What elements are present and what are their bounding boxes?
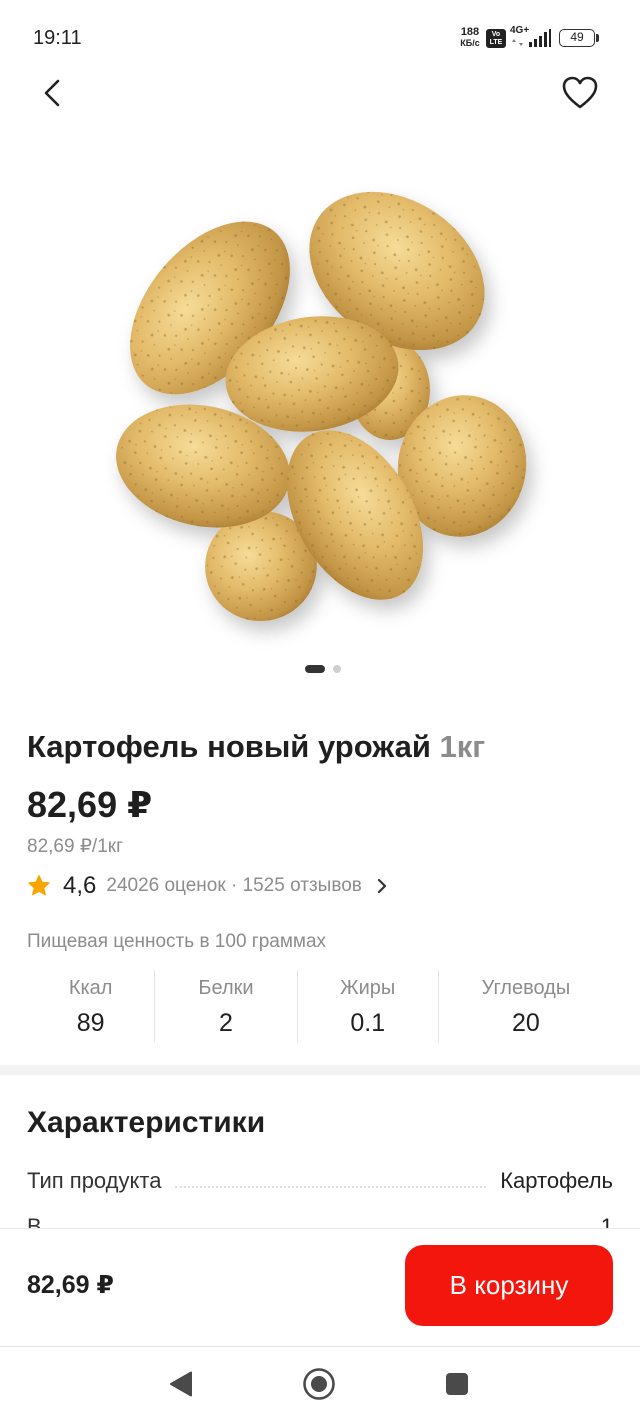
nutrition-label: Ккал — [68, 977, 113, 999]
rating-summary: 24026 оценок · 1525 отзывов — [106, 875, 362, 896]
potato — [225, 316, 399, 432]
star-icon — [28, 875, 50, 896]
status-time: 19:11 — [33, 27, 82, 49]
nutrition-item-carbs: Углеводы 20 — [437, 970, 613, 1042]
nutrition-value: 2 — [219, 1009, 233, 1037]
network-speed: 188 КБ/с — [456, 26, 484, 49]
signal-bars-icon — [512, 29, 551, 47]
add-to-cart-button[interactable]: В корзину — [405, 1245, 613, 1326]
nutrition-title: Пищевая ценность в 100 граммах — [27, 931, 327, 952]
volte-top-label: Vo — [491, 31, 501, 38]
nutrition-item-protein: Белки 2 — [154, 970, 296, 1042]
potato — [397, 395, 527, 537]
product-name: Картофель новый урожай — [27, 729, 431, 764]
volte-icon: Vo LTE — [486, 29, 506, 48]
rating-value: 4,6 — [63, 872, 97, 899]
nav-recents-icon[interactable] — [435, 1364, 479, 1404]
potato — [286, 430, 424, 600]
network-speed-value: 188 — [460, 26, 480, 38]
nutrition-item-kcal: Ккал 89 — [27, 970, 154, 1042]
network-speed-unit: КБ/с — [460, 38, 480, 48]
back-chevron-icon[interactable] — [36, 75, 70, 111]
nav-back-icon[interactable] — [159, 1364, 203, 1404]
nutrition-label: Белки — [198, 977, 254, 999]
section-divider — [0, 1065, 640, 1075]
potato — [205, 510, 317, 622]
battery-icon: 49 — [559, 29, 595, 47]
specs-title: Характеристики — [27, 1106, 266, 1139]
spec-value: Картофель — [500, 1168, 613, 1193]
favorite-heart-icon[interactable] — [560, 74, 600, 112]
product-title: Картофель новый урожай 1кг — [27, 728, 617, 766]
potato-group — [116, 191, 527, 622]
spec-dotted-leader — [175, 1186, 487, 1188]
nutrition-grid: Ккал 89 Белки 2 Жиры 0.1 Углеводы 20 — [27, 970, 613, 1042]
battery-cap — [596, 34, 599, 42]
nutrition-item-fat: Жиры 0.1 — [296, 970, 438, 1042]
potato — [309, 191, 485, 351]
chevron-right-icon — [377, 878, 386, 894]
pagination-dot-active[interactable] — [305, 665, 325, 673]
rating-row[interactable]: 4,6 24026 оценок · 1525 отзывов — [27, 871, 390, 901]
volte-bottom-label: LTE — [489, 39, 503, 46]
nav-home-icon[interactable] — [297, 1364, 341, 1404]
potato — [130, 221, 290, 395]
spec-label: Тип продукта — [27, 1168, 162, 1193]
potato — [350, 340, 430, 440]
product-price: 82,69 ₽ — [27, 784, 153, 825]
spec-row: Тип продукта Картофель — [27, 1166, 613, 1194]
nutrition-label: Углеводы — [481, 977, 571, 999]
product-image[interactable] — [0, 160, 640, 660]
nutrition-value: 20 — [512, 1009, 540, 1037]
unit-price: 82,69 ₽/1кг — [27, 836, 124, 857]
potato — [116, 404, 290, 528]
pagination-dot[interactable] — [333, 665, 341, 673]
bottom-price: 82,69 ₽ — [27, 1271, 114, 1299]
nutrition-value: 89 — [76, 1009, 105, 1037]
product-weight: 1кг — [439, 729, 486, 764]
gallery-pagination[interactable] — [0, 664, 640, 674]
nutrition-label: Жиры — [340, 977, 396, 999]
nutrition-value: 0.1 — [350, 1009, 386, 1037]
